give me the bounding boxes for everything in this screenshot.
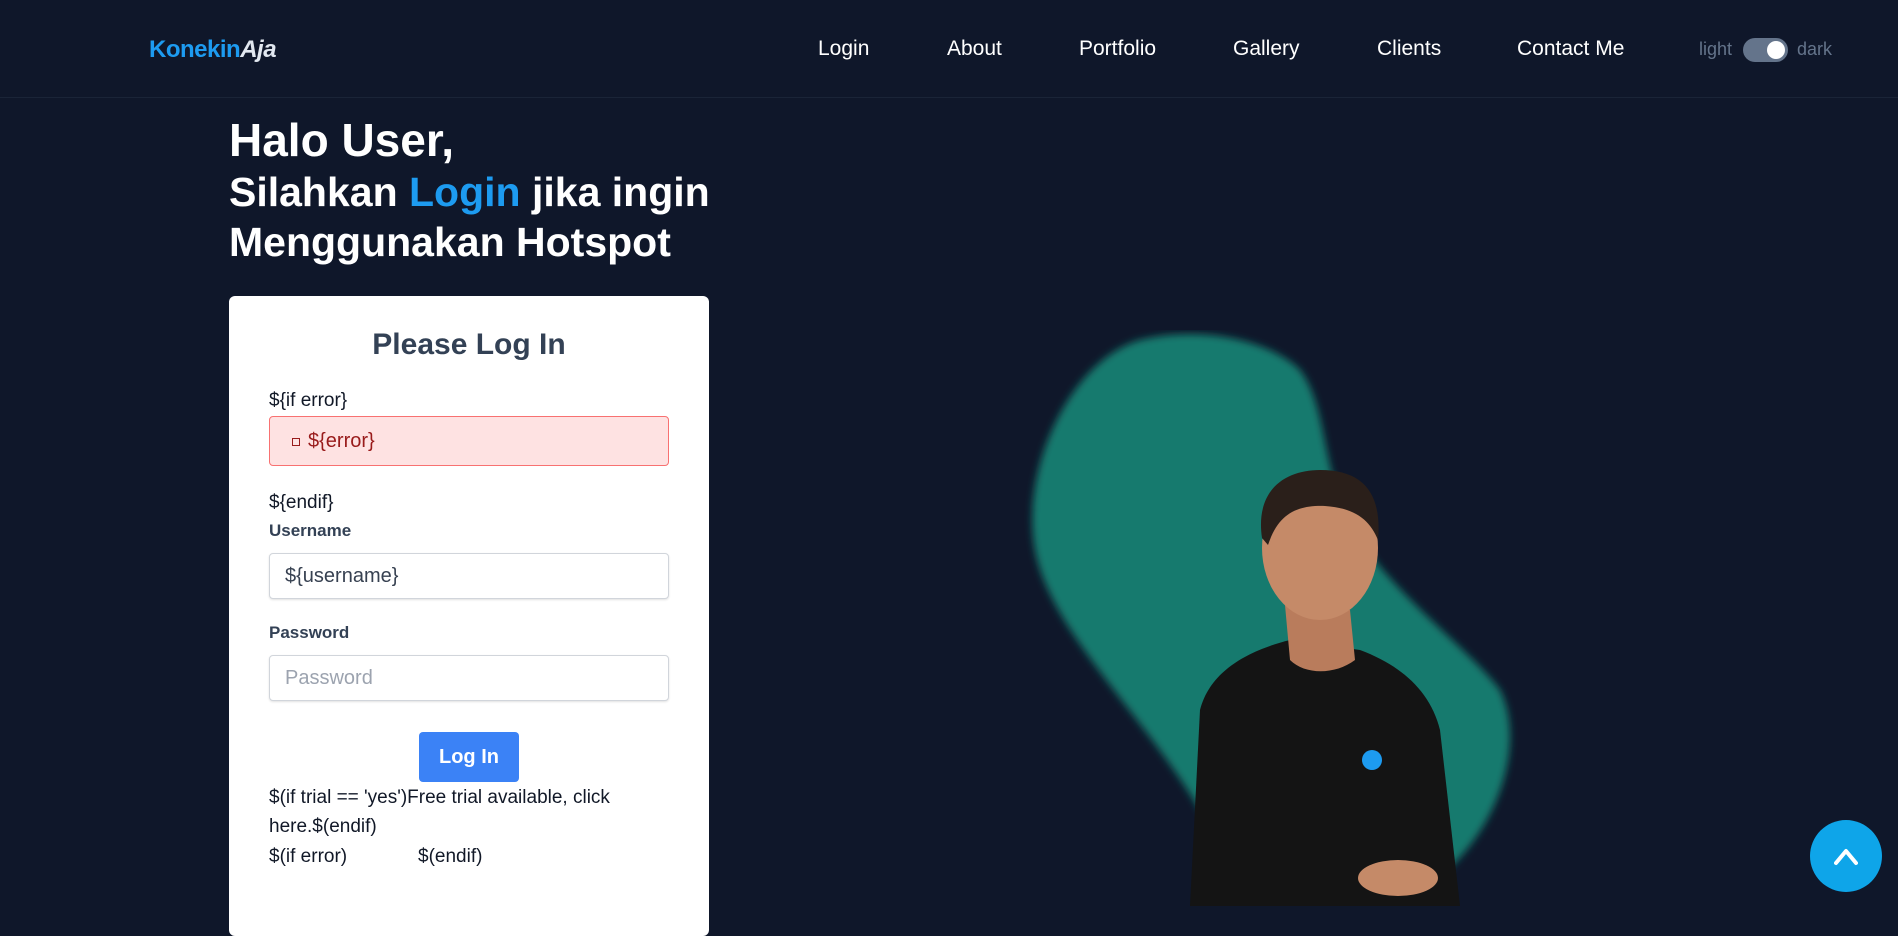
hero-line-2-end: jika ingin <box>520 169 710 215</box>
login-button[interactable]: Log In <box>419 732 519 782</box>
hero-greeting: Halo User, <box>229 114 454 166</box>
brand-suffix: Aja <box>240 36 277 63</box>
shirt-logo <box>1362 750 1382 770</box>
nav-about[interactable]: About <box>947 37 1002 61</box>
brand-logo[interactable]: KonekinAja <box>149 36 277 64</box>
theme-dark-label: dark <box>1797 39 1833 59</box>
nav-gallery[interactable]: Gallery <box>1233 37 1300 61</box>
trial-text-line-1: $(if trial == 'yes')Free trial available… <box>269 787 610 808</box>
navbar: KonekinAja Login About Portfolio Gallery… <box>0 0 1898 98</box>
nav-login[interactable]: Login <box>818 37 869 61</box>
nav-clients[interactable]: Clients <box>1377 37 1441 61</box>
template-error-endif: $(endif) <box>418 846 483 867</box>
nav-portfolio[interactable]: Portfolio <box>1079 37 1156 61</box>
chevron-up-icon <box>1834 849 1858 865</box>
hero-line-3: Menggunakan Hotspot <box>229 219 671 265</box>
template-endif: ${endif} <box>269 492 334 513</box>
error-alert: ${error} <box>269 416 669 466</box>
username-label: Username <box>269 521 352 540</box>
scroll-to-top-button[interactable] <box>1810 820 1882 892</box>
brand-name: Konekin <box>149 36 241 63</box>
template-if-error: ${if error} <box>269 390 348 411</box>
login-card-title: Please Log In <box>372 328 566 361</box>
hero-line-2: Silahkan Login jika ingin <box>229 167 710 217</box>
password-label: Password <box>269 623 350 642</box>
theme-toggle-switch[interactable] <box>1743 38 1788 62</box>
theme-light-label: light <box>1699 39 1733 59</box>
password-input[interactable] <box>269 655 669 701</box>
trial-text-line-2[interactable]: here.$(endif) <box>269 816 377 838</box>
username-input[interactable] <box>269 553 669 599</box>
template-error-if: $(if error) <box>269 846 348 867</box>
person-hands <box>1358 860 1438 896</box>
nav-contact-me[interactable]: Contact Me <box>1517 37 1624 61</box>
theme-toggle-knob <box>1767 41 1785 59</box>
error-message: ${error} <box>308 430 375 452</box>
hero-line-2-start: Silahkan <box>229 169 410 215</box>
square-icon <box>292 438 300 446</box>
hero-login-accent: Login <box>409 169 521 215</box>
hero-heading: Halo User, Silahkan Login jika ingin Men… <box>229 113 710 267</box>
hero-illustration <box>1032 334 1511 906</box>
